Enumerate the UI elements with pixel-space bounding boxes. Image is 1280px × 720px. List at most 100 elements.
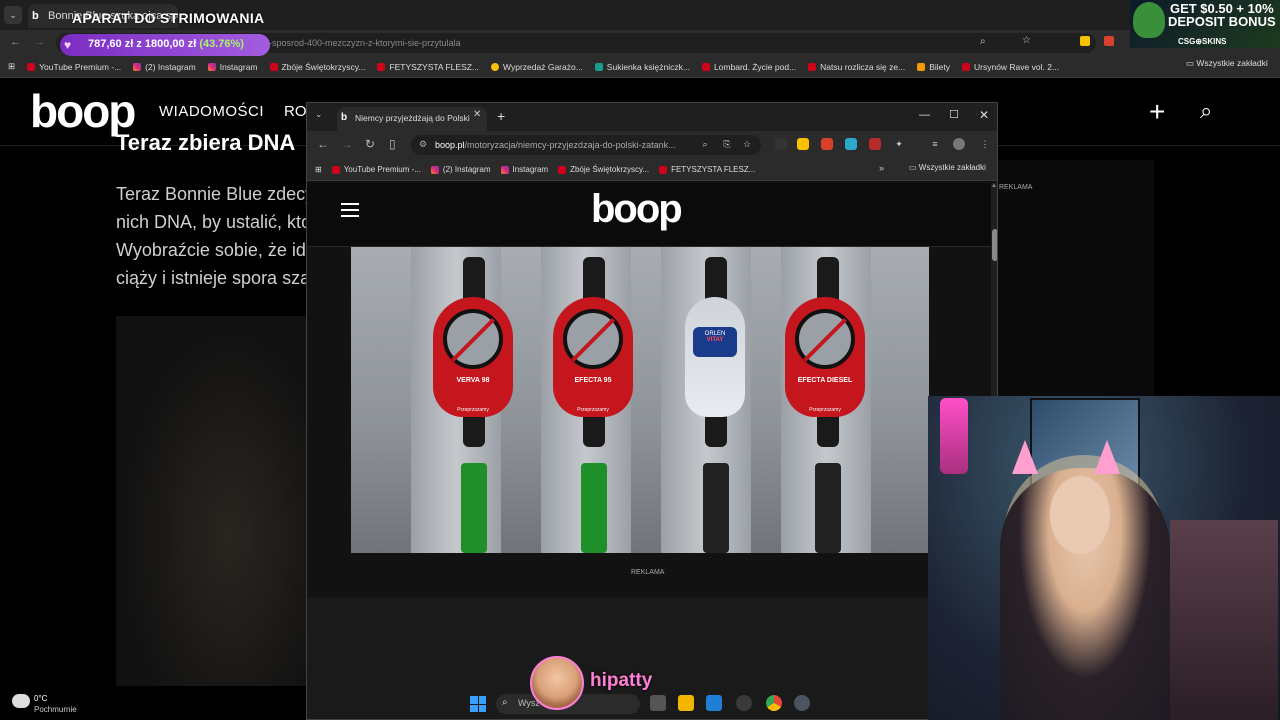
back-arrow-icon[interactable]: ←: [10, 36, 21, 48]
fuel-nozzle: VERVA 98 Przeprzszamy: [433, 297, 513, 417]
profile-avatar[interactable]: [953, 138, 965, 150]
bookmark[interactable]: FETYSZYSTA FLESZ...: [377, 62, 479, 72]
close-window-icon[interactable]: ✕: [979, 108, 989, 122]
install-icon[interactable]: ⎘: [721, 138, 733, 150]
more-bookmarks-icon[interactable]: »: [879, 163, 884, 173]
star-icon[interactable]: ☆: [741, 138, 753, 150]
side-panel-icon[interactable]: ▯: [389, 137, 396, 151]
bookmark[interactable]: YouTube Premium -...: [331, 165, 421, 174]
extension-icon[interactable]: [845, 138, 857, 150]
article-text-line: Wyobraźcie sobie, że id: [116, 240, 306, 260]
donation-goal-amount: 787,60 zł z 1800,00 zł: [88, 38, 197, 50]
plus-icon[interactable]: +: [1149, 96, 1165, 128]
article-image: [116, 316, 306, 686]
minimize-icon[interactable]: —: [919, 109, 930, 121]
scroll-up-icon[interactable]: ▲: [991, 183, 997, 189]
url-path: /motoryzacja/niemcy-przyjezdzaja-do-pols…: [464, 140, 676, 150]
foreground-browser-window: ⌄ b Niemcy przyjeżdżają do Polski ✕ + — …: [306, 102, 998, 720]
new-tab-icon[interactable]: +: [497, 108, 505, 124]
scrollbar-thumb[interactable]: [992, 229, 997, 261]
boop-favicon-icon: b: [32, 10, 39, 22]
bookmark[interactable]: YouTube Premium -...: [27, 62, 121, 72]
tab-title: Niemcy przyjeżdżają do Polski: [355, 113, 470, 123]
bookmark[interactable]: (2) Instagram: [430, 165, 491, 174]
reload-icon[interactable]: ↻: [365, 137, 375, 151]
search-icon[interactable]: ⌕: [1200, 98, 1212, 124]
task-view-icon[interactable]: [650, 695, 666, 711]
store-icon[interactable]: [706, 695, 722, 711]
heart-icon: ♥: [64, 38, 72, 52]
bookmark[interactable]: (2) Instagram: [133, 62, 196, 72]
hamburger-menu-icon[interactable]: [341, 203, 359, 217]
pump-handle-black: [703, 463, 729, 553]
bookmark[interactable]: Instagram: [207, 62, 258, 72]
weather-description[interactable]: Pochmurnie: [34, 705, 77, 714]
url-domain: boop.pl: [435, 140, 465, 150]
windows-start-icon[interactable]: [470, 696, 486, 712]
all-bookmarks-button[interactable]: ▭ Wszystkie zakładki: [909, 163, 986, 172]
search-icon: ⌕: [502, 697, 508, 708]
tab-search-button[interactable]: ⌄: [4, 6, 22, 24]
star-icon[interactable]: ☆: [1022, 35, 1031, 46]
extension-icon[interactable]: [1080, 36, 1090, 46]
extension-icon[interactable]: [775, 138, 787, 150]
pump-handle-black: [815, 463, 841, 553]
extension-icon[interactable]: [1104, 36, 1114, 46]
site-logo[interactable]: boop: [591, 187, 683, 232]
bookmark[interactable]: Natsu rozlicza się ze...: [808, 62, 905, 72]
chrome-icon[interactable]: [766, 695, 782, 711]
streamer-face: [1050, 476, 1110, 554]
forward-arrow-icon[interactable]: →: [34, 36, 45, 48]
fuel-nozzle: EFECTA 95 Przeprzszamy: [553, 297, 633, 417]
article-text-line: nich DNA, by ustalić, kto: [116, 212, 312, 232]
zoom-icon[interactable]: ⌕: [980, 36, 986, 47]
bookmark[interactable]: Lombard. Życie pod...: [701, 62, 796, 72]
donation-goal-percent: (43.76%): [199, 38, 244, 50]
nav-item-wiadomosci[interactable]: WIADOMOŚCI: [159, 103, 264, 120]
streamer-name: hipatty: [590, 670, 653, 691]
ad-label: REKLAMA: [999, 184, 1033, 191]
extensions-puzzle-icon[interactable]: ✦: [893, 138, 905, 150]
article-text-line: Teraz Bonnie Blue zdecy: [116, 184, 315, 204]
forward-arrow-icon[interactable]: →: [341, 137, 353, 151]
fuel-nozzle-orlen: ORLEN VITAY: [685, 297, 745, 417]
apps-grid-icon[interactable]: ⊞: [315, 165, 322, 174]
zoom-icon[interactable]: ⌕: [699, 138, 711, 150]
cloud-icon: [12, 694, 30, 708]
article-text-line: ciąży i istnieje spora sza: [116, 268, 311, 288]
app-icon[interactable]: [736, 695, 752, 711]
bookmark[interactable]: Bilety: [917, 62, 950, 72]
media-icon[interactable]: ≡: [929, 138, 941, 150]
no-fuel-icon: [795, 309, 855, 369]
weather-temperature[interactable]: 0°C: [34, 694, 47, 703]
tab-search-button[interactable]: ⌄: [315, 109, 323, 120]
active-tab[interactable]: b Niemcy przyjeżdżają do Polski: [337, 107, 487, 131]
extension-icon[interactable]: [797, 138, 809, 150]
bookmarks-bar: ⊞ YouTube Premium -... (2) Instagram Ins…: [307, 159, 997, 181]
apps-grid-icon[interactable]: ⊞: [8, 61, 15, 72]
back-arrow-icon[interactable]: ←: [317, 137, 329, 151]
settings-gear-icon[interactable]: [794, 695, 810, 711]
extension-icon[interactable]: [821, 138, 833, 150]
close-tab-icon[interactable]: ✕: [473, 109, 481, 120]
bookmark[interactable]: Wyprzedaż Garażo...: [491, 62, 583, 72]
all-bookmarks-button[interactable]: ▭ Wszystkie zakładki: [1186, 58, 1268, 69]
ad-label: REKLAMA: [631, 569, 665, 576]
site-info-icon[interactable]: ⚙: [419, 139, 427, 150]
bookmark[interactable]: Ursynów Rave vol. 2...: [962, 62, 1059, 72]
bookmark[interactable]: Zbóje Świętokrzyscy...: [558, 165, 649, 174]
promo-text: GET $0.50 + 10% DEPOSIT BONUS: [1168, 1, 1276, 29]
extension-icon[interactable]: [869, 138, 881, 150]
taskbar: [0, 690, 928, 720]
bookmark[interactable]: Sukienka księżniczk...: [594, 62, 690, 72]
no-fuel-icon: [563, 309, 623, 369]
menu-icon[interactable]: ⋮: [979, 138, 991, 150]
pump-handle-green: [581, 463, 607, 553]
bookmark[interactable]: FETYSZYSTA FLESZ...: [659, 165, 755, 174]
pump-handle-green: [461, 463, 487, 553]
bookmark[interactable]: Instagram: [500, 165, 548, 174]
maximize-icon[interactable]: ☐: [949, 108, 959, 121]
file-explorer-icon[interactable]: [678, 695, 694, 711]
overlay-title: APARAT DO STRIMOWANIA: [72, 10, 265, 26]
bookmark[interactable]: Zbóje Świętokrzyscy...: [269, 62, 365, 72]
